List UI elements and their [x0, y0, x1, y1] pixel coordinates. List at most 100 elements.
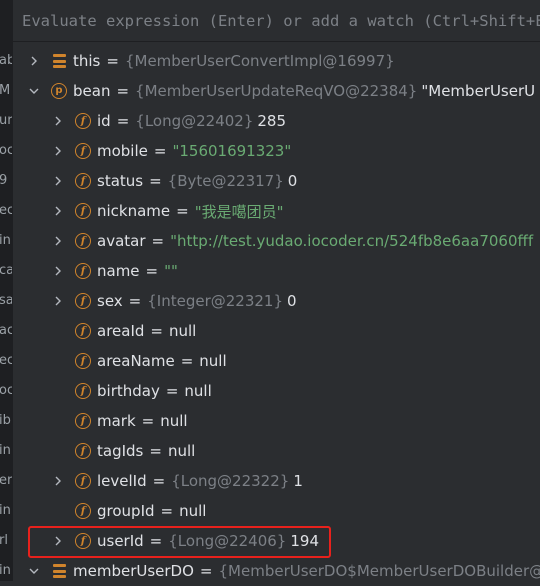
variable-row-memberUserDO[interactable]: memberUserDO = {MemberUserDO$MemberUserD… [13, 556, 540, 586]
expand-arrow-icon[interactable] [51, 466, 65, 496]
field-icon: f [75, 443, 91, 459]
equals-sign: = [154, 142, 167, 160]
equals-sign: = [161, 502, 174, 520]
field-icon: f [75, 323, 91, 339]
field-icon: f [75, 353, 91, 369]
equals-sign: = [153, 472, 166, 490]
field-value: 0 [288, 172, 298, 190]
gutter-fragment: in [0, 226, 12, 256]
collapse-arrow-icon[interactable] [27, 76, 41, 106]
field-name: id [97, 112, 111, 130]
field-null-value: null [179, 502, 206, 520]
gutter-fragment: ec [0, 346, 12, 376]
field-icon: f [75, 413, 91, 429]
field-row-id[interactable]: f id = {Long@22402} 285 [13, 106, 540, 136]
field-null-value: null [169, 322, 196, 340]
variable-name: bean [73, 82, 110, 100]
field-row-groupId[interactable]: f groupId = null [13, 496, 540, 526]
gutter-fragment: ca [0, 256, 12, 286]
stack-icon [51, 53, 67, 69]
field-icon: f [75, 383, 91, 399]
equals-sign: = [176, 202, 189, 220]
field-name: name [97, 262, 140, 280]
field-row-birthday[interactable]: f birthday = null [13, 376, 540, 406]
field-row-tagIds[interactable]: f tagIds = null [13, 436, 540, 466]
field-value: 0 [287, 292, 297, 310]
field-value: 1 [293, 472, 303, 490]
field-null-value: null [199, 352, 226, 370]
field-icon: f [75, 503, 91, 519]
field-value: 285 [257, 112, 286, 130]
variable-type: {MemberUserUpdateReqVO@22384} [135, 82, 417, 100]
stack-icon [51, 563, 67, 579]
evaluate-expression-input[interactable] [22, 12, 540, 30]
variables-tree: this = {MemberUserConvertImpl@16997} p b… [13, 46, 540, 586]
equals-sign: = [181, 352, 194, 370]
field-name: areaId [97, 322, 144, 340]
variable-type: {MemberUserDO$MemberUserDOBuilder@ [219, 562, 540, 580]
field-string-value: "" [164, 262, 178, 280]
field-null-value: null [184, 382, 211, 400]
field-null-value: null [168, 442, 195, 460]
field-name: userId [97, 532, 144, 550]
equals-sign: = [166, 382, 179, 400]
equals-sign: = [150, 322, 163, 340]
expand-arrow-icon[interactable] [51, 286, 65, 316]
field-row-name[interactable]: f name = "" [13, 256, 540, 286]
field-icon: f [75, 293, 91, 309]
expand-arrow-icon[interactable] [51, 526, 65, 556]
gutter-fragment: in [0, 436, 12, 466]
equals-sign: = [149, 442, 162, 460]
field-icon: f [75, 233, 91, 249]
variable-type: {MemberUserConvertImpl@16997} [125, 52, 395, 70]
field-name: nickname [97, 202, 170, 220]
expand-arrow-icon[interactable] [51, 226, 65, 256]
field-type: {Integer@22321} [147, 292, 283, 310]
variable-row-this[interactable]: this = {MemberUserConvertImpl@16997} [13, 46, 540, 76]
field-row-areaName[interactable]: f areaName = null [13, 346, 540, 376]
field-row-areaId[interactable]: f areaId = null [13, 316, 540, 346]
gutter-fragment: ac [0, 316, 12, 346]
field-row-userId[interactable]: f userId = {Long@22406} 194 [13, 526, 540, 556]
expand-arrow-icon[interactable] [51, 166, 65, 196]
equals-sign: = [149, 172, 162, 190]
field-row-status[interactable]: f status = {Byte@22317} 0 [13, 166, 540, 196]
field-name: levelId [97, 472, 147, 490]
field-name: mobile [97, 142, 148, 160]
field-row-mobile[interactable]: f mobile = "15601691323" [13, 136, 540, 166]
field-row-nickname[interactable]: f nickname = "我是噶团员" [13, 196, 540, 226]
field-string-value: "15601691323" [172, 142, 291, 160]
field-row-levelId[interactable]: f levelId = {Long@22322} 1 [13, 466, 540, 496]
collapse-arrow-icon[interactable] [27, 556, 41, 586]
evaluate-expression-bar [13, 0, 540, 42]
gutter-fragment: ib [0, 406, 12, 436]
field-icon: f [75, 203, 91, 219]
field-row-sex[interactable]: f sex = {Integer@22321} 0 [13, 286, 540, 316]
variable-row-bean[interactable]: p bean = {MemberUserUpdateReqVO@22384} "… [13, 76, 540, 106]
parameter-icon: p [51, 83, 67, 99]
equals-sign: = [106, 52, 119, 70]
field-name: tagIds [97, 442, 143, 460]
equals-sign: = [146, 262, 159, 280]
expand-arrow-icon[interactable] [51, 196, 65, 226]
equals-sign: = [152, 232, 165, 250]
variable-name: memberUserDO [73, 562, 194, 580]
expand-arrow-icon[interactable] [51, 106, 65, 136]
field-type: {Long@22406} [168, 532, 286, 550]
gutter-fragment: in [0, 556, 12, 581]
field-row-mark[interactable]: f mark = null [13, 406, 540, 436]
expand-arrow-icon[interactable] [27, 46, 41, 76]
gutter-fragment: rl [0, 526, 12, 556]
field-type: {Long@22322} [171, 472, 289, 490]
equals-sign: = [117, 112, 130, 130]
gutter-fragment: M [0, 76, 12, 106]
equals-sign: = [200, 562, 213, 580]
field-icon: f [75, 533, 91, 549]
field-row-avatar[interactable]: f avatar = "http://test.yudao.iocoder.cn… [13, 226, 540, 256]
equals-sign: = [129, 292, 142, 310]
variable-name: this [73, 52, 100, 70]
gutter-fragment: url [0, 106, 12, 136]
expand-arrow-icon[interactable] [51, 136, 65, 166]
expand-arrow-icon[interactable] [51, 256, 65, 286]
field-name: areaName [97, 352, 175, 370]
